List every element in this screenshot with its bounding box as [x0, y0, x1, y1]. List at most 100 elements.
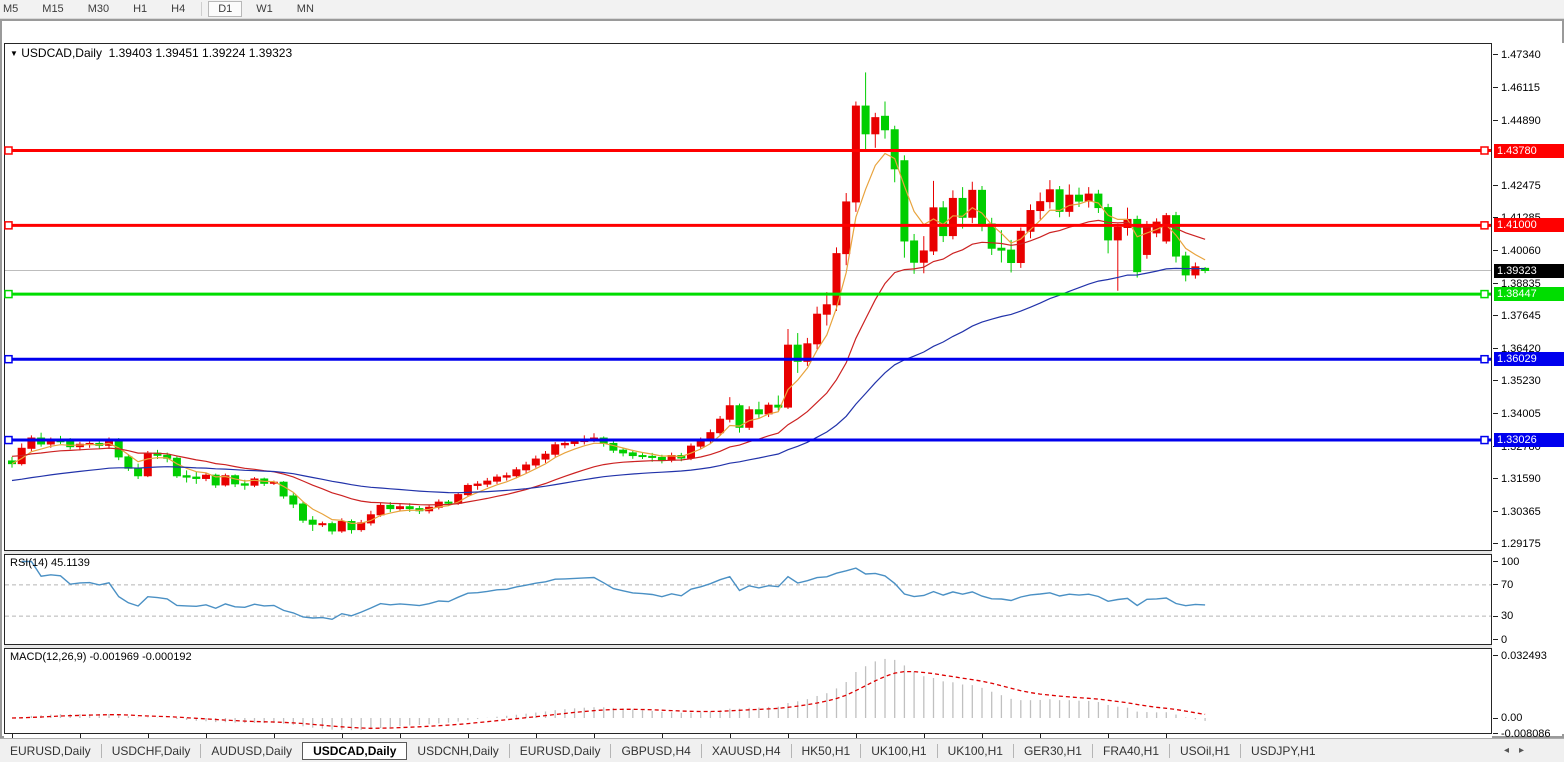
price-axis-label: 1.31590	[1501, 473, 1541, 485]
chevron-down-icon[interactable]: ▼	[10, 49, 18, 58]
hline-price-tag[interactable]: 1.33026	[1494, 433, 1564, 447]
candle-body	[658, 457, 665, 460]
candle-body	[649, 456, 656, 457]
hline-price-tag[interactable]: 1.36029	[1494, 352, 1564, 366]
timeframe-button-w1[interactable]: W1	[246, 1, 283, 17]
candle-body	[309, 520, 316, 524]
tab-xauusd-h4[interactable]: XAUUSD,H4	[702, 742, 791, 760]
hline-price-tag[interactable]: 1.38447	[1494, 287, 1564, 301]
line-handle[interactable]	[5, 437, 12, 444]
macd-panel-border	[5, 649, 1492, 734]
candle-body	[319, 524, 326, 525]
chart-window: ▼ USDCAD,Daily 1.39403 1.39451 1.39224 1…	[0, 19, 1564, 738]
candle-body	[901, 161, 908, 241]
candle-body	[949, 198, 956, 235]
axis-tick-mark	[1493, 718, 1498, 719]
macd-axis-label: 0.032493	[1501, 650, 1547, 662]
toolbar-separator	[201, 2, 202, 16]
main-chart-canvas[interactable]	[4, 43, 1492, 551]
tab-hk50-h1[interactable]: HK50,H1	[792, 742, 861, 760]
timeframe-button-h1[interactable]: H1	[123, 1, 157, 17]
axis-tick-mark	[1493, 87, 1498, 88]
timeframe-button-h4[interactable]: H4	[161, 1, 195, 17]
candle-body	[882, 116, 889, 129]
candle-body	[1114, 228, 1121, 240]
candle-body	[513, 470, 520, 476]
candle-body	[765, 405, 772, 414]
candle-body	[911, 241, 918, 262]
tab-usoil-h1[interactable]: USOil,H1	[1170, 742, 1240, 760]
tab-usdjpy-h1[interactable]: USDJPY,H1	[1241, 742, 1325, 760]
line-handle[interactable]	[1481, 356, 1488, 363]
timeframe-button-m30[interactable]: M30	[78, 1, 119, 17]
rsi-axis-label: 100	[1501, 556, 1519, 568]
axis-tick-mark	[1493, 413, 1498, 414]
tab-scroll-left-icon[interactable]: ◂	[1504, 745, 1509, 756]
axis-tick-mark	[1493, 511, 1498, 512]
tab-uk100-h1[interactable]: UK100,H1	[861, 742, 936, 760]
candle-body	[969, 190, 976, 217]
rsi-label: RSI(14) 45.1139	[10, 557, 90, 569]
price-axis: 1.473401.461151.448901.424751.412851.400…	[1492, 43, 1564, 734]
tab-gbpusd-h4[interactable]: GBPUSD,H4	[611, 742, 700, 760]
hline-price-tag[interactable]: 1.41000	[1494, 218, 1564, 232]
tab-usdcnh-daily[interactable]: USDCNH,Daily	[407, 742, 508, 760]
candle-body	[183, 476, 190, 477]
candle-body	[1008, 250, 1015, 262]
axis-tick-mark	[1493, 283, 1498, 284]
axis-tick-mark	[1493, 561, 1498, 562]
line-handle[interactable]	[5, 222, 12, 229]
candle-body	[280, 482, 287, 496]
line-handle[interactable]	[5, 291, 12, 298]
axis-tick-mark	[1493, 616, 1498, 617]
candle-body	[717, 419, 724, 432]
candle-body	[1066, 195, 1073, 211]
line-handle[interactable]	[1481, 147, 1488, 154]
tab-audusd-daily[interactable]: AUDUSD,Daily	[201, 742, 302, 760]
macd-panel-canvas[interactable]	[4, 648, 1492, 734]
price-axis-label: 1.34005	[1501, 408, 1541, 420]
candle-body	[542, 454, 549, 459]
line-handle[interactable]	[5, 356, 12, 363]
rsi-panel-border	[5, 555, 1492, 645]
timeframe-button-m5[interactable]: M5	[0, 1, 28, 17]
candle-body	[726, 406, 733, 419]
price-axis-label: 1.47340	[1501, 49, 1541, 61]
axis-tick-mark	[1493, 478, 1498, 479]
hline-price-tag[interactable]: 1.43780	[1494, 144, 1564, 158]
tab-ger30-h1[interactable]: GER30,H1	[1014, 742, 1092, 760]
candle-body	[785, 345, 792, 407]
line-handle[interactable]	[1481, 437, 1488, 444]
price-axis-label: 1.30365	[1501, 506, 1541, 518]
price-axis-label: 1.40060	[1501, 245, 1541, 257]
candle-body	[377, 505, 384, 514]
line-handle[interactable]	[5, 147, 12, 154]
axis-tick-mark	[1493, 543, 1498, 544]
timeframe-button-d1[interactable]: D1	[208, 1, 242, 17]
tab-fra40-h1[interactable]: FRA40,H1	[1093, 742, 1169, 760]
tab-scroll-right-icon[interactable]: ▸	[1519, 745, 1524, 756]
tab-usdcad-daily[interactable]: USDCAD,Daily	[302, 742, 407, 760]
axis-tick-mark	[1493, 315, 1498, 316]
timeframe-button-m15[interactable]: M15	[32, 1, 73, 17]
macd-axis-label: 0.00	[1501, 712, 1522, 724]
line-handle[interactable]	[1481, 291, 1488, 298]
candle-body	[620, 450, 627, 453]
candle-body	[979, 190, 986, 224]
tab-eurusd-daily[interactable]: EURUSD,Daily	[0, 742, 101, 760]
tab-uk100-h1[interactable]: UK100,H1	[938, 742, 1013, 760]
candle-body	[552, 445, 559, 454]
candle-body	[852, 106, 859, 202]
timeframe-button-mn[interactable]: MN	[287, 1, 324, 17]
line-handle[interactable]	[1481, 222, 1488, 229]
candle-body	[843, 202, 850, 254]
tab-usdchf-daily[interactable]: USDCHF,Daily	[102, 742, 201, 760]
candle-body	[338, 522, 345, 531]
tab-eurusd-daily[interactable]: EURUSD,Daily	[510, 742, 611, 760]
candle-body	[358, 523, 365, 530]
candle-body	[135, 468, 142, 476]
candle-body	[697, 441, 704, 446]
rsi-panel-canvas[interactable]	[4, 554, 1492, 645]
candle-body	[503, 476, 510, 477]
axis-tick-mark	[1493, 348, 1498, 349]
